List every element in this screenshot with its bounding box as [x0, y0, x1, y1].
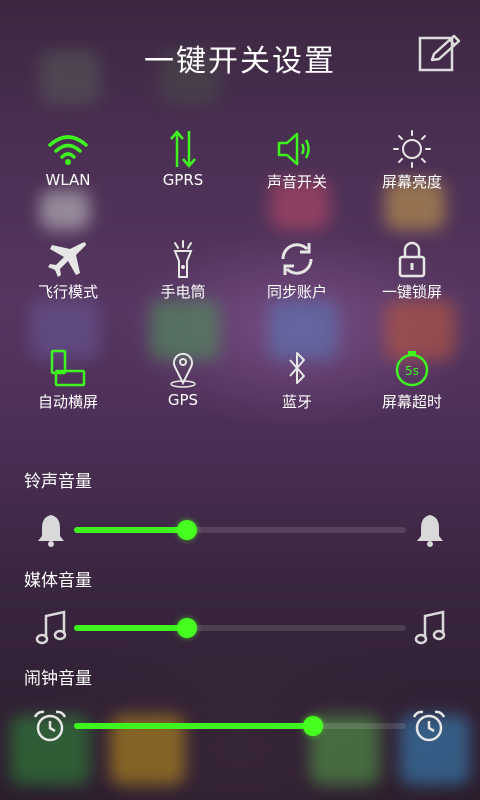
airplane-icon — [48, 242, 86, 277]
bell-icon — [38, 515, 64, 547]
toggle-wlan[interactable]: WLAN — [8, 125, 128, 205]
media-volume-slider[interactable] — [74, 618, 406, 638]
ringtone-volume-row — [0, 506, 480, 554]
alarm-volume-row — [0, 702, 480, 750]
bell-icon — [417, 515, 443, 547]
toggle-label: WLAN — [45, 171, 91, 189]
toggle-sound[interactable]: 声音开关 — [237, 125, 357, 205]
slider-thumb[interactable] — [176, 520, 197, 540]
timeout-icon: 5s — [395, 351, 429, 387]
alarm-volume-slider[interactable] — [74, 716, 406, 736]
toggle-auto-rotate[interactable]: 自动横屏 — [8, 345, 128, 425]
slider-fill — [74, 527, 187, 533]
toggle-airplane[interactable]: 飞行模式 — [8, 235, 128, 315]
toggle-label: 屏幕超时 — [381, 393, 442, 411]
toggle-gps[interactable]: GPS — [123, 345, 243, 425]
toggle-lock[interactable]: 一键锁屏 — [352, 235, 472, 315]
music-note-icon — [35, 610, 67, 645]
ringtone-volume-label: 铃声音量 — [24, 472, 92, 492]
rotate-icon — [50, 349, 86, 387]
bluetooth-icon — [289, 352, 305, 384]
slider-thumb[interactable] — [303, 716, 324, 736]
toggle-label: 一键锁屏 — [381, 283, 442, 301]
toggle-label: 自动横屏 — [37, 393, 98, 411]
alarm-clock-icon — [412, 710, 446, 742]
toggle-label: 蓝牙 — [281, 393, 312, 411]
music-note-icon — [414, 610, 446, 645]
speaker-icon — [277, 132, 310, 166]
toggle-label: GPRS — [162, 171, 204, 189]
toggle-gprs[interactable]: GPRS — [123, 125, 243, 205]
slider-fill — [74, 723, 314, 729]
toggle-label: 声音开关 — [266, 173, 327, 191]
toggle-screen-timeout[interactable]: 5s 屏幕超时 — [352, 345, 472, 425]
brightness-icon — [393, 130, 431, 168]
toggle-bluetooth[interactable]: 蓝牙 — [237, 345, 357, 425]
toggle-label: 同步账户 — [266, 283, 327, 301]
toggle-label: 飞行模式 — [37, 283, 98, 301]
flashlight-icon — [173, 240, 193, 278]
media-volume-label: 媒体音量 — [24, 571, 92, 591]
timeout-badge: 5s — [405, 364, 419, 378]
wifi-icon — [48, 135, 88, 165]
toggle-label: 屏幕亮度 — [381, 173, 442, 191]
edit-icon — [418, 34, 461, 72]
data-arrows-icon — [170, 130, 196, 168]
lock-icon — [398, 241, 426, 278]
sync-icon — [281, 243, 313, 275]
page-title: 一键开关设置 — [144, 44, 336, 79]
media-volume-row — [0, 604, 480, 652]
toggle-label: GPS — [167, 391, 199, 409]
slider-fill — [74, 625, 187, 631]
ringtone-volume-slider[interactable] — [74, 520, 406, 540]
toggle-label: 手电筒 — [160, 283, 206, 301]
edit-button[interactable] — [418, 34, 462, 74]
toggle-flashlight[interactable]: 手电筒 — [123, 235, 243, 315]
toggle-brightness[interactable]: 屏幕亮度 — [352, 125, 472, 205]
gps-icon — [170, 352, 196, 388]
alarm-volume-label: 闹钟音量 — [24, 669, 92, 689]
header: 一键开关设置 — [0, 0, 480, 110]
slider-thumb[interactable] — [176, 618, 197, 638]
toggle-sync[interactable]: 同步账户 — [237, 235, 357, 315]
alarm-clock-icon — [33, 710, 67, 742]
